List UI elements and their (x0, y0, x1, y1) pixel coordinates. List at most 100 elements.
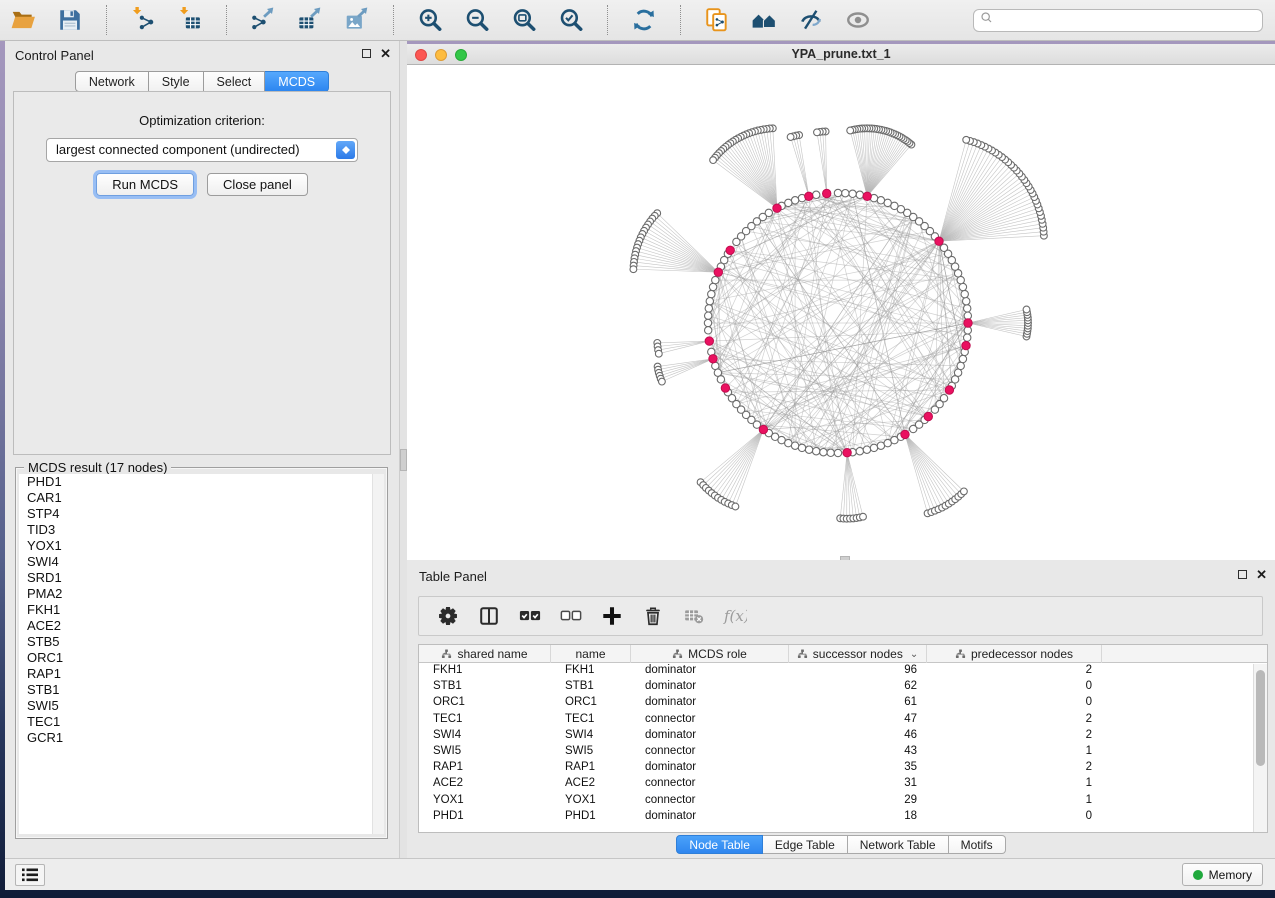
list-item[interactable]: ORC1 (19, 650, 384, 666)
tab-edge-table[interactable]: Edge Table (763, 835, 848, 854)
cell-MCDS-role: dominator (631, 679, 789, 695)
task-history-button[interactable] (15, 864, 45, 886)
node-table[interactable]: shared namenameMCDS rolesuccessor nodes⌄… (418, 644, 1268, 833)
close-panel-icon[interactable]: ✕ (380, 48, 391, 59)
tab-mcds[interactable]: MCDS (265, 71, 329, 92)
table-row[interactable]: YOX1YOX1connector291 (419, 793, 1267, 809)
close-window-icon[interactable] (415, 49, 427, 61)
tab-select[interactable]: Select (204, 71, 266, 92)
add-column-button[interactable] (600, 604, 624, 628)
network-canvas[interactable] (407, 65, 1275, 559)
home-button[interactable] (749, 5, 779, 35)
list-item[interactable]: SWI4 (19, 554, 384, 570)
list-item[interactable]: TEC1 (19, 714, 384, 730)
open-folder-button[interactable] (8, 5, 38, 35)
zoom-fit-button[interactable] (509, 5, 539, 35)
tab-motifs[interactable]: Motifs (949, 835, 1006, 854)
tab-network-table[interactable]: Network Table (848, 835, 949, 854)
tab-network[interactable]: Network (75, 71, 149, 92)
memory-button[interactable]: Memory (1182, 863, 1263, 886)
cell-predecessor-nodes: 1 (927, 776, 1102, 792)
list-item[interactable]: PMA2 (19, 586, 384, 602)
split-columns-button[interactable] (477, 604, 501, 628)
float-panel-icon[interactable] (362, 49, 371, 58)
list-item[interactable]: ACE2 (19, 618, 384, 634)
clone-network-button[interactable] (702, 5, 732, 35)
list-item[interactable]: STB1 (19, 682, 384, 698)
table-row[interactable]: ORC1ORC1dominator610 (419, 695, 1267, 711)
close-panel-button[interactable]: Close panel (207, 173, 308, 196)
toolbar-separator (607, 5, 608, 35)
table-row[interactable]: RAP1RAP1dominator352 (419, 760, 1267, 776)
cell-predecessor-nodes: 2 (927, 760, 1102, 776)
vertical-splitter[interactable] (400, 41, 407, 858)
export-image-button[interactable] (342, 5, 372, 35)
table-scrollbar[interactable] (1253, 664, 1267, 832)
toolbar-separator (106, 5, 107, 35)
splitter-handle[interactable] (400, 449, 407, 471)
list-item[interactable]: TID3 (19, 522, 384, 538)
zoom-out-button[interactable] (462, 5, 492, 35)
list-item[interactable]: SRD1 (19, 570, 384, 586)
table-row[interactable]: ACE2ACE2connector311 (419, 776, 1267, 792)
table-row[interactable]: STB1STB1dominator620 (419, 679, 1267, 695)
add-column-icon (601, 605, 623, 627)
trash-button[interactable] (641, 604, 665, 628)
cell-successor-nodes: 18 (789, 809, 927, 825)
network-titlebar[interactable]: YPA_prune.txt_1 (407, 44, 1275, 65)
select-all-button[interactable] (518, 604, 542, 628)
table-row[interactable]: PHD1PHD1dominator180 (419, 809, 1267, 825)
table-row[interactable]: TEC1TEC1connector472 (419, 712, 1267, 728)
list-item[interactable]: RAP1 (19, 666, 384, 682)
column-header-successor-nodes[interactable]: successor nodes⌄ (789, 645, 927, 663)
search-box[interactable] (973, 9, 1263, 32)
cell-MCDS-role: connector (631, 712, 789, 728)
list-item[interactable]: SWI5 (19, 698, 384, 714)
tab-style[interactable]: Style (149, 71, 204, 92)
table-row[interactable]: SWI4SWI4dominator462 (419, 728, 1267, 744)
table-row[interactable]: SWI5SWI5connector431 (419, 744, 1267, 760)
list-item[interactable]: GCR1 (19, 730, 384, 746)
list-item[interactable]: CAR1 (19, 490, 384, 506)
function-icon: f(x) (723, 601, 747, 631)
import-network-button[interactable] (128, 5, 158, 35)
run-mcds-button[interactable]: Run MCDS (96, 173, 194, 196)
cell-successor-nodes: 47 (789, 712, 927, 728)
list-item[interactable]: PHD1 (19, 474, 384, 490)
column-header-shared-name[interactable]: shared name (419, 645, 551, 663)
maximize-window-icon[interactable] (455, 49, 467, 61)
zoom-selected-button[interactable] (556, 5, 586, 35)
cell-predecessor-nodes: 1 (927, 744, 1102, 760)
criterion-dropdown[interactable]: largest connected component (undirected) (46, 138, 358, 162)
list-item[interactable]: STP4 (19, 506, 384, 522)
tree-icon (797, 649, 808, 660)
save-button[interactable] (55, 5, 85, 35)
network-graph[interactable] (407, 65, 1275, 559)
zoom-in-button[interactable] (415, 5, 445, 35)
tree-icon (955, 649, 966, 660)
list-item[interactable]: YOX1 (19, 538, 384, 554)
search-input[interactable] (995, 10, 1262, 31)
eye-button[interactable] (843, 5, 873, 35)
column-header-predecessor-nodes[interactable]: predecessor nodes (927, 645, 1102, 663)
mcds-result-list[interactable]: PHD1CAR1STP4TID3YOX1SWI4SRD1PMA2FKH1ACE2… (19, 474, 384, 834)
export-table-button[interactable] (295, 5, 325, 35)
column-header-MCDS-role[interactable]: MCDS role (631, 645, 789, 663)
column-header-name[interactable]: name (551, 645, 631, 663)
main-toolbar (0, 0, 1275, 41)
float-table-panel-icon[interactable] (1238, 570, 1247, 579)
table-scrollbar-thumb[interactable] (1256, 670, 1265, 766)
close-table-panel-icon[interactable]: ✕ (1256, 569, 1267, 580)
refresh-button[interactable] (629, 5, 659, 35)
list-item[interactable]: FKH1 (19, 602, 384, 618)
list-item[interactable]: STB5 (19, 634, 384, 650)
tab-node-table[interactable]: Node Table (676, 835, 763, 854)
hide-labels-button[interactable] (796, 5, 826, 35)
minimize-window-icon[interactable] (435, 49, 447, 61)
import-table-button[interactable] (175, 5, 205, 35)
result-scrollbar[interactable] (372, 474, 384, 834)
table-row[interactable]: FKH1FKH1dominator962 (419, 663, 1267, 679)
export-network-button[interactable] (248, 5, 278, 35)
deselect-all-button[interactable] (559, 604, 583, 628)
gear-button[interactable] (436, 604, 460, 628)
